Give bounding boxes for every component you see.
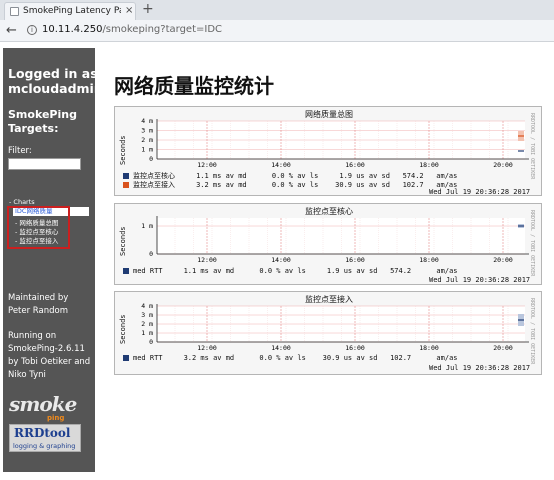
legend-swatch — [123, 182, 129, 188]
graph-date: Wed Jul 19 20:36:28 2017 — [429, 188, 531, 196]
y-tick-label: 2 m — [141, 136, 153, 144]
legend-text: 监控点至接入 3.2 ms av md 0.0 % av ls 30.9 us … — [133, 181, 458, 189]
highlight-box — [7, 206, 70, 249]
close-tab-icon[interactable]: × — [125, 5, 133, 16]
url-host: 10.11.4.250 — [42, 24, 103, 35]
page-icon — [10, 7, 19, 16]
info-icon[interactable]: i — [27, 25, 37, 35]
smokeping-logo-ping: ping — [47, 414, 65, 422]
targets-heading-line2: Targets: — [8, 122, 59, 135]
filter-label: Filter: — [8, 146, 32, 156]
sidebar-item-charts[interactable]: - Charts — [9, 198, 35, 206]
browser-tabstrip: SmokePing Latency Page for IDC × + — [0, 0, 554, 20]
graph-date: Wed Jul 19 20:36:28 2017 — [429, 364, 531, 372]
maintainer-line1: Maintained by — [8, 293, 69, 303]
y-tick-label: 1 m — [141, 329, 153, 337]
rrdtool-logo[interactable]: RRDtool logging & graphing — [9, 424, 81, 452]
legend-text: med RTT 3.2 ms av md 0.0 % av ls 30.9 us… — [133, 354, 458, 362]
x-tick-label: 18:00 — [419, 161, 439, 169]
x-tick-label: 12:00 — [197, 256, 217, 264]
x-tick-label: 16:00 — [345, 161, 365, 169]
url-path: /smokeping?target=IDC — [102, 24, 222, 35]
x-tick-label: 20:00 — [493, 161, 513, 169]
y-tick-label: 0 — [149, 155, 153, 163]
version-line: Running on — [8, 331, 57, 341]
x-tick-label: 14:00 — [271, 256, 291, 264]
page-title: 网络质量监控统计 — [114, 74, 274, 98]
legend-row: 监控点至接入 3.2 ms av md 0.0 % av ls 30.9 us … — [123, 180, 457, 190]
y-tick-label: 1 m — [141, 222, 153, 230]
targets-heading-line1: SmokePing — [8, 108, 77, 121]
legend-row: med RTT 3.2 ms av md 0.0 % av ls 30.9 us… — [123, 354, 458, 362]
x-tick-label: 18:00 — [419, 344, 439, 352]
x-tick-label: 16:00 — [345, 256, 365, 264]
legend-swatch — [123, 173, 129, 179]
maintainer-info: Maintained by Peter Random — [8, 292, 68, 318]
smokeping-logo[interactable]: smoke — [9, 392, 77, 416]
legend-text: 监控点至核心 1.1 ms av md 0.0 % av ls 1.9 us a… — [133, 172, 458, 180]
y-tick-label: 1 m — [141, 146, 153, 154]
maintainer-name: Peter Random — [8, 306, 69, 316]
legend-swatch — [123, 268, 129, 274]
x-tick-label: 20:00 — [493, 256, 513, 264]
version-line: by Tobi Oetiker and — [8, 357, 91, 367]
graph-core[interactable]: 监控点至核心 Seconds RRDTOOL / TOBI OETIKER 1 … — [114, 203, 542, 285]
version-line: Niko Tyni — [8, 370, 46, 380]
x-tick-label: 12:00 — [197, 344, 217, 352]
browser-tab[interactable]: SmokePing Latency Page for IDC × — [4, 2, 136, 20]
y-tick-label: 3 m — [141, 311, 153, 319]
tab-title: SmokePing Latency Page for IDC — [23, 6, 121, 16]
legend-text: med RTT 1.1 ms av md 0.0 % av ls 1.9 us … — [133, 267, 458, 275]
graph-date: Wed Jul 19 20:36:28 2017 — [429, 276, 531, 284]
x-tick-label: 14:00 — [271, 344, 291, 352]
targets-heading: SmokePing Targets: — [8, 108, 77, 136]
back-arrow-icon[interactable]: ← — [6, 23, 17, 38]
login-status-line1: Logged in as — [8, 66, 98, 81]
y-tick-label: 4 m — [141, 302, 153, 310]
login-username: mcloudadmin — [8, 81, 103, 96]
browser-navbar: ← → i 10.11.4.250/smokeping?target=IDC — [0, 20, 554, 42]
x-tick-label: 12:00 — [197, 161, 217, 169]
y-tick-label: 0 — [149, 338, 153, 346]
graph-access[interactable]: 监控点至接入 Seconds RRDTOOL / TOBI OETIKER 4 … — [114, 291, 542, 375]
y-tick-label: 4 m — [141, 117, 153, 125]
new-tab-button[interactable]: + — [142, 1, 154, 17]
rrdtool-logo-title: RRDtool — [14, 426, 71, 440]
version-line: SmokePing-2.6.11 — [8, 344, 85, 354]
legend-swatch — [123, 355, 129, 361]
sidebar: Logged in as mcloudadmin SmokePing Targe… — [3, 48, 103, 472]
rrdtool-logo-subtitle: logging & graphing — [13, 442, 76, 450]
legend-row: med RTT 1.1 ms av md 0.0 % av ls 1.9 us … — [123, 267, 458, 275]
x-tick-label: 14:00 — [271, 161, 291, 169]
x-tick-label: 18:00 — [419, 256, 439, 264]
x-tick-label: 16:00 — [345, 344, 365, 352]
login-status: Logged in as mcloudadmin — [8, 66, 103, 96]
y-tick-label: 2 m — [141, 320, 153, 328]
graph-overview[interactable]: 网络质量总图 Seconds RRDTOOL / TOBI OETIKER 4 … — [114, 106, 542, 196]
x-tick-label: 20:00 — [493, 344, 513, 352]
y-tick-label: 3 m — [141, 127, 153, 135]
address-bar[interactable]: 10.11.4.250/smokeping?target=IDC — [42, 24, 222, 35]
y-tick-label: 0 — [149, 250, 153, 258]
filter-input[interactable] — [8, 158, 81, 170]
version-info: Running on SmokePing-2.6.11 by Tobi Oeti… — [8, 330, 90, 382]
